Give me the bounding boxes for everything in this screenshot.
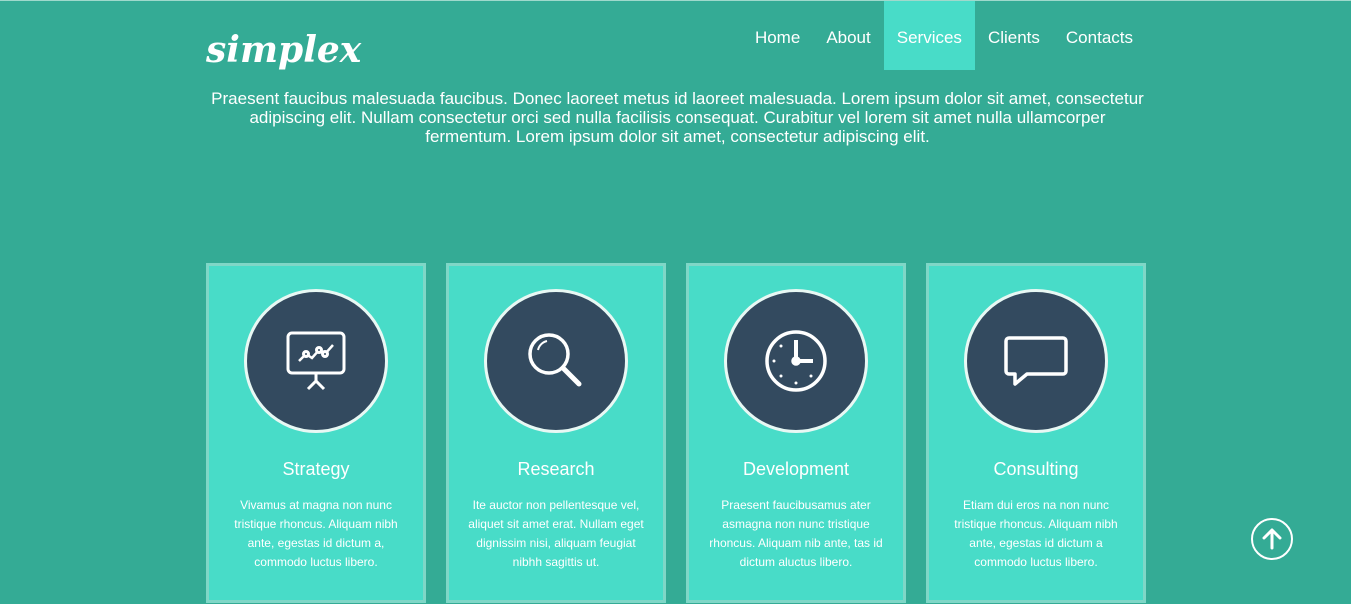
main-nav: Home About Services Clients Contacts	[742, 1, 1146, 70]
service-description: Etiam dui eros na non nunc tristique rho…	[954, 498, 1118, 569]
service-icon-circle	[244, 289, 388, 433]
service-icon-circle	[724, 289, 868, 433]
logo[interactable]: simplex	[206, 29, 361, 71]
service-card-consulting[interactable]: Consulting Etiam dui eros na non nunc tr…	[926, 263, 1146, 603]
service-description: Vivamus at magna non nunc tristique rhon…	[234, 498, 398, 569]
speech-bubble-icon	[1004, 336, 1068, 386]
service-icon-circle	[964, 289, 1108, 433]
service-description: Praesent faucibusamus ater asmagna non n…	[709, 498, 883, 569]
magnifier-icon	[528, 333, 582, 387]
service-title: Development	[742, 459, 850, 479]
nav-clients[interactable]: Clients	[975, 1, 1053, 70]
service-title: Research	[517, 459, 595, 479]
nav-contacts[interactable]: Contacts	[1053, 1, 1146, 70]
scroll-to-top-button[interactable]	[1251, 518, 1293, 560]
clock-icon	[765, 330, 827, 392]
service-title: Strategy	[282, 459, 350, 479]
service-card-development[interactable]: Development Praesent faucibusamus ater a…	[686, 263, 906, 603]
service-card-strategy[interactable]: Strategy Vivamus at magna non nunc trist…	[206, 263, 426, 603]
nav-services[interactable]: Services	[883, 1, 975, 70]
services-list: Strategy Vivamus at magna non nunc trist…	[206, 263, 1146, 603]
service-card-research[interactable]: Research Ite auctor non pellentesque vel…	[446, 263, 666, 603]
intro-text: Praesent faucibus malesuada faucibus. Do…	[211, 89, 1144, 146]
presentation-chart-icon	[286, 331, 346, 391]
nav-about[interactable]: About	[813, 1, 883, 70]
service-icon-circle	[484, 289, 628, 433]
arrow-up-icon	[1262, 528, 1282, 550]
service-description: Ite auctor non pellentesque vel, aliquet…	[468, 498, 644, 569]
nav-home[interactable]: Home	[742, 1, 813, 70]
service-title: Consulting	[993, 459, 1079, 479]
